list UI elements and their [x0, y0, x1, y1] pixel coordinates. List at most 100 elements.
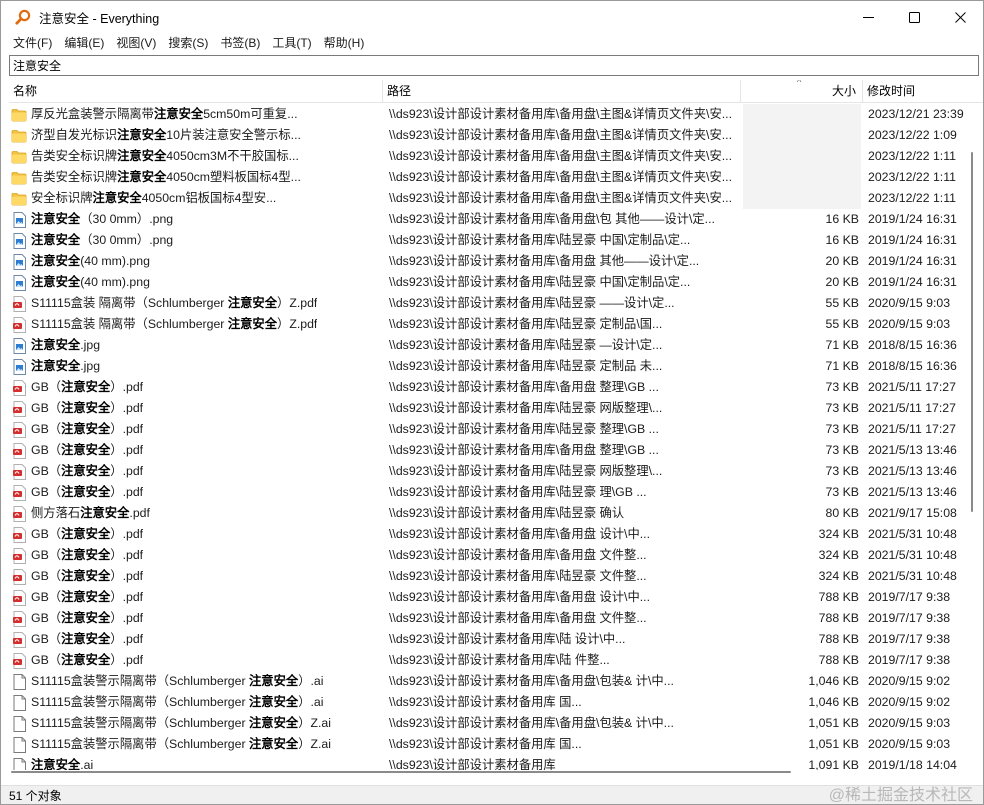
result-path: \\ds923\设计部设计素材备用库\陆昱豪 定制品\国...	[389, 317, 663, 331]
pdf-file-icon	[11, 589, 27, 606]
horizontal-scroll-thumb[interactable]	[11, 771, 791, 773]
result-name: GB（注意安全）.pdf	[31, 398, 143, 419]
result-name-match: 注意安全	[31, 212, 81, 226]
column-header-size-label: 大小	[831, 84, 856, 98]
result-name-prefix: GB（	[31, 443, 62, 457]
result-row[interactable]: 安全标识牌注意安全4050cm铝板国标4型安... \\ds923\设计部设计素材…	[9, 188, 969, 209]
result-name-suffix: ）.pdf	[110, 380, 144, 394]
menu-edit[interactable]: 编辑(E)	[58, 33, 110, 53]
result-date: 2021/9/17 15:08	[868, 506, 957, 520]
result-name-cell: GB（注意安全）.pdf	[9, 419, 383, 440]
result-name: S11115盒装警示隔离带（Schlumberger 注意安全）.ai	[31, 671, 324, 692]
result-size: 1,046 KB	[808, 695, 859, 709]
result-row[interactable]: S11115盒装警示隔离带（Schlumberger 注意安全）Z.ai \\ds…	[9, 734, 969, 755]
menu-help[interactable]: 帮助(H)	[318, 33, 371, 53]
result-date: 2019/7/17 9:38	[868, 632, 951, 646]
result-row[interactable]: GB（注意安全）.pdf \\ds923\设计部设计素材备用库\备用盘 设计\中.…	[9, 587, 969, 608]
result-name: GB（注意安全）.pdf	[31, 629, 143, 650]
result-row[interactable]: S11115盒装警示隔离带（Schlumberger 注意安全）.ai \\ds9…	[9, 692, 969, 713]
column-header-date[interactable]: 修改时间	[863, 80, 983, 103]
result-name-prefix: GB（	[31, 401, 62, 415]
results-list: 名称 路径 大小 ^ 修改时间 厚反光盒装警示隔离带注意安全5cm50m可重复.…	[9, 80, 983, 770]
horizontal-scrollbar[interactable]	[9, 769, 965, 775]
result-name-suffix: .pdf	[129, 506, 150, 520]
result-row[interactable]: 注意安全.ai \\ds923\设计部设计素材备用库 1,091 KB 2019/1/…	[9, 755, 969, 770]
minimize-button[interactable]	[845, 1, 891, 33]
result-row[interactable]: 注意安全(40 mm).png \\ds923\设计部设计素材备用库\陆昱豪 中国…	[9, 272, 969, 293]
result-name-match: 注意安全	[227, 296, 278, 310]
result-row[interactable]: GB（注意安全）.pdf \\ds923\设计部设计素材备用库\备用盘 整理\GB…	[9, 377, 969, 398]
folder-icon	[11, 191, 27, 207]
result-name: 注意安全(40 mm).png	[31, 272, 150, 293]
search-input[interactable]	[10, 56, 978, 75]
pdf-file-icon	[11, 295, 27, 312]
result-row[interactable]: GB（注意安全）.pdf \\ds923\设计部设计素材备用库\备用盘 文件整..…	[9, 608, 969, 629]
result-row[interactable]: GB（注意安全）.pdf \\ds923\设计部设计素材备用库\陆昱豪 文件整..…	[9, 566, 969, 587]
result-row[interactable]: 侧方落石注意安全.pdf \\ds923\设计部设计素材备用库\陆昱豪 确认 80 …	[9, 503, 969, 524]
result-row[interactable]: 注意安全(40 mm).png \\ds923\设计部设计素材备用库\备用盘 其他…	[9, 251, 969, 272]
result-row[interactable]: GB（注意安全）.pdf \\ds923\设计部设计素材备用库\陆昱豪 理\GB …	[9, 482, 969, 503]
maximize-button[interactable]	[891, 1, 937, 33]
result-row[interactable]: S11115盒装警示隔离带（Schlumberger 注意安全）Z.ai \\ds…	[9, 713, 969, 734]
result-row[interactable]: 注意安全.jpg \\ds923\设计部设计素材备用库\陆昱豪 —设计\定... 7…	[9, 335, 969, 356]
result-name-suffix: ）.pdf	[110, 527, 144, 541]
result-row[interactable]: GB（注意安全）.pdf \\ds923\设计部设计素材备用库\陆昱豪 整理\GB…	[9, 419, 969, 440]
result-row[interactable]: 注意安全（30 0mm）.png \\ds923\设计部设计素材备用库\备用盘\包…	[9, 209, 969, 230]
result-row[interactable]: GB（注意安全）.pdf \\ds923\设计部设计素材备用库\陆昱豪 网版整理\…	[9, 398, 969, 419]
result-row[interactable]: GB（注意安全）.pdf \\ds923\设计部设计素材备用库\陆 件整... 78…	[9, 650, 969, 671]
menu-file[interactable]: 文件(F)	[7, 33, 58, 53]
result-size	[743, 146, 861, 167]
result-path: \\ds923\设计部设计素材备用库\陆昱豪 中国\定制品\定...	[389, 233, 691, 247]
result-row[interactable]: 厚反光盒装警示隔离带注意安全5cm50m可重复... \\ds923\设计部设计素…	[9, 104, 969, 125]
result-row[interactable]: 济型自发光标识注意安全10片装注意安全警示标... \\ds923\设计部设计素材…	[9, 125, 969, 146]
column-header-path[interactable]: 路径	[383, 80, 741, 103]
result-row[interactable]: S11115盒装 隔离带（Schlumberger 注意安全）Z.pdf \\ds…	[9, 314, 969, 335]
result-row[interactable]: GB（注意安全）.pdf \\ds923\设计部设计素材备用库\陆 设计\中...…	[9, 629, 969, 650]
result-name-prefix: GB（	[31, 380, 62, 394]
vertical-scrollbar[interactable]	[969, 104, 975, 764]
close-button[interactable]	[937, 1, 983, 33]
result-size: 73 KB	[825, 380, 860, 394]
result-row[interactable]: 注意安全（30 0mm）.png \\ds923\设计部设计素材备用库\陆昱豪 中…	[9, 230, 969, 251]
result-name: 告类安全标识牌注意安全4050cm3M不干胶国标...	[31, 146, 299, 167]
pdf-file-icon	[11, 631, 27, 648]
pdf-file-icon	[11, 316, 27, 333]
result-path: \\ds923\设计部设计素材备用库\陆昱豪 理\GB ...	[389, 485, 647, 499]
sort-ascending-icon: ^	[797, 80, 802, 87]
result-row[interactable]: GB（注意安全）.pdf \\ds923\设计部设计素材备用库\备用盘 整理\GB…	[9, 440, 969, 461]
pdf-file-icon	[11, 652, 27, 669]
result-path: \\ds923\设计部设计素材备用库\陆昱豪 文件整...	[389, 569, 647, 583]
result-row[interactable]: 告类安全标识牌注意安全4050cm塑料板国标4型... \\ds923\设计部设计…	[9, 167, 969, 188]
result-row[interactable]: 告类安全标识牌注意安全4050cm3M不干胶国标... \\ds923\设计部设计…	[9, 146, 969, 167]
vertical-scroll-thumb[interactable]	[971, 152, 973, 512]
result-name-match: 注意安全	[61, 380, 111, 394]
result-name-prefix: S11115盒装 隔离带（Schlumberger	[31, 296, 228, 310]
result-row[interactable]: GB（注意安全）.pdf \\ds923\设计部设计素材备用库\备用盘 文件整..…	[9, 545, 969, 566]
menu-search[interactable]: 搜索(S)	[162, 33, 214, 53]
result-size: 20 KB	[825, 254, 860, 268]
result-name: GB（注意安全）.pdf	[31, 377, 143, 398]
column-header-name[interactable]: 名称	[9, 80, 383, 103]
pdf-file-icon	[11, 463, 27, 480]
result-name-suffix: ）.pdf	[110, 464, 144, 478]
result-name-match: 注意安全	[61, 401, 111, 415]
result-name-prefix: GB（	[31, 653, 62, 667]
result-row[interactable]: GB（注意安全）.pdf \\ds923\设计部设计素材备用库\备用盘 设计\中.…	[9, 524, 969, 545]
column-header-size[interactable]: 大小	[741, 80, 863, 103]
result-name: 注意安全（30 0mm）.png	[31, 230, 173, 251]
result-path: \\ds923\设计部设计素材备用库\陆昱豪 确认	[389, 506, 625, 520]
menu-tools[interactable]: 工具(T)	[266, 33, 317, 53]
result-row[interactable]: 注意安全.jpg \\ds923\设计部设计素材备用库\陆昱豪 定制品 未... 7…	[9, 356, 969, 377]
result-row[interactable]: S11115盒装 隔离带（Schlumberger 注意安全）Z.pdf \\ds…	[9, 293, 969, 314]
result-name-match: 注意安全	[61, 632, 111, 646]
result-date: 2021/5/13 13:46	[868, 464, 957, 478]
result-name-prefix: 厚反光盒装警示隔离带	[31, 107, 154, 121]
result-size: 1,051 KB	[808, 737, 859, 751]
result-row[interactable]: GB（注意安全）.pdf \\ds923\设计部设计素材备用库\陆昱豪 网版整理\…	[9, 461, 969, 482]
pdf-file-icon	[11, 400, 27, 417]
pdf-file-icon	[11, 610, 27, 627]
menu-bookmarks[interactable]: 书签(B)	[214, 33, 266, 53]
result-row[interactable]: S11115盒装警示隔离带（Schlumberger 注意安全）.ai \\ds9…	[9, 671, 969, 692]
result-date: 2023/12/22 1:11	[868, 170, 956, 184]
menu-view[interactable]: 视图(V)	[110, 33, 162, 53]
